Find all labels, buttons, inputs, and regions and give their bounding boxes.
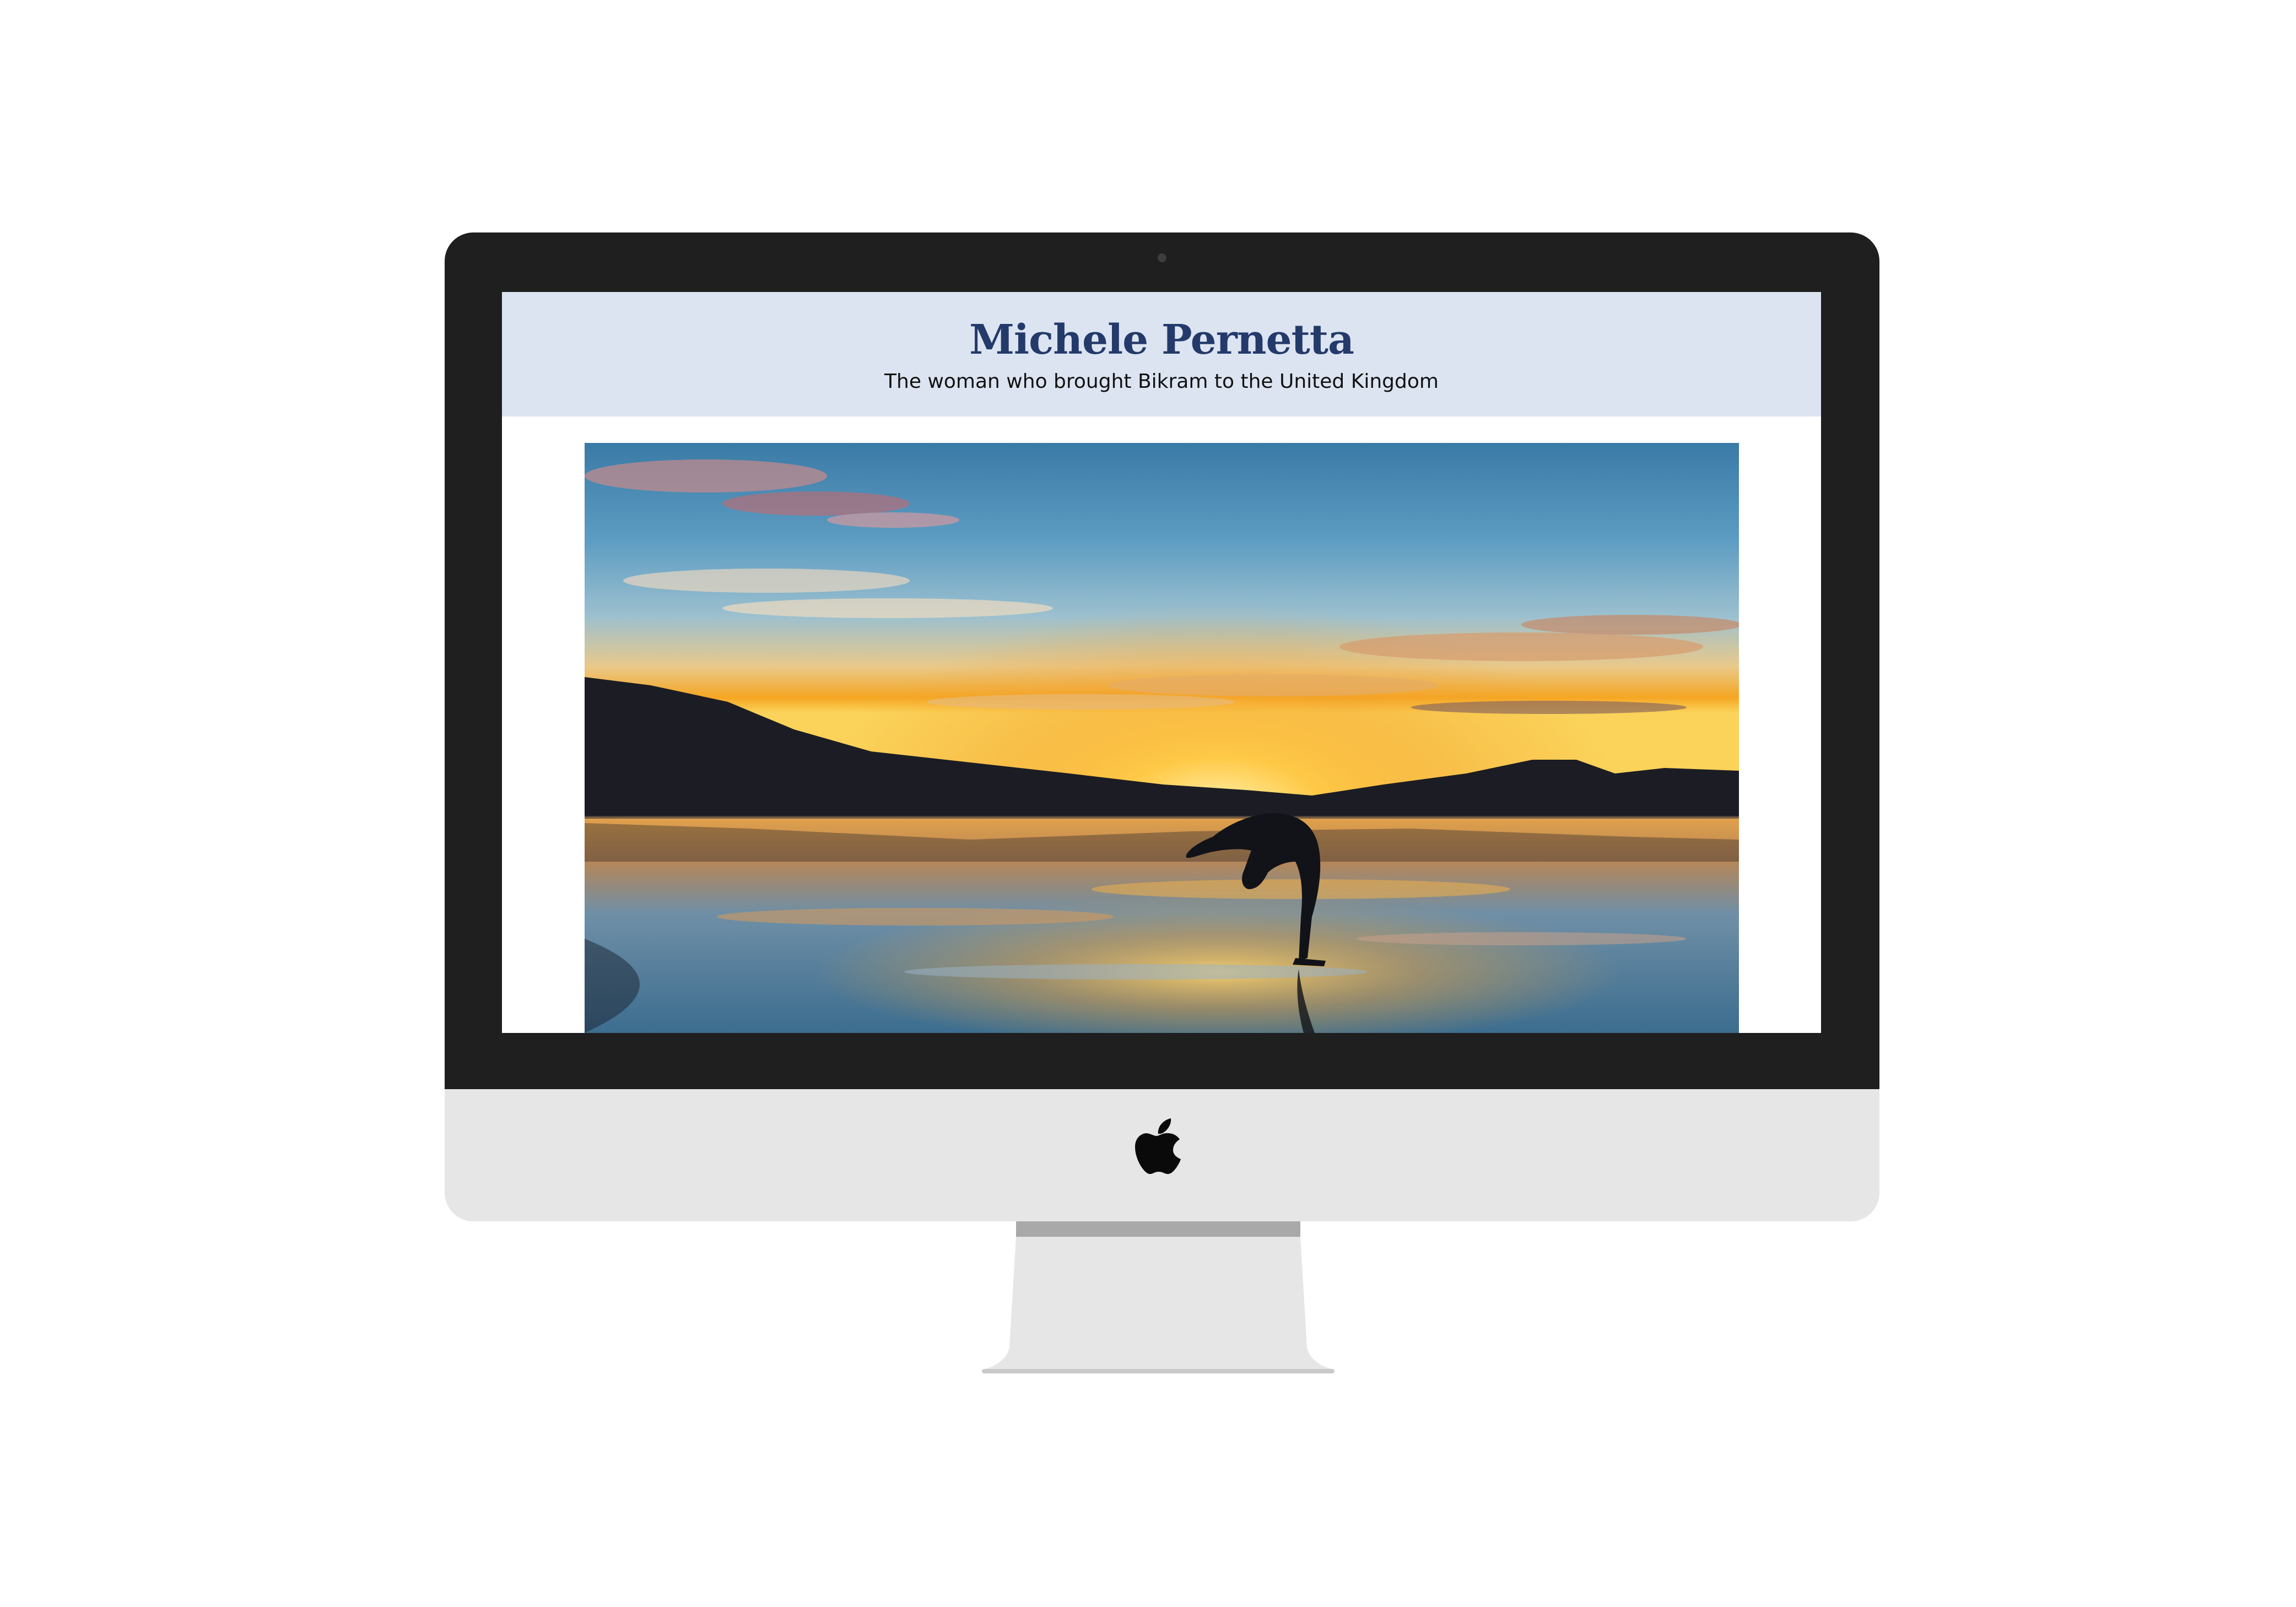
camera-icon [1158, 253, 1166, 262]
sunset-yoga-silhouette-image [585, 443, 1739, 1033]
monitor-bezel: Michele Pernetta The woman who brought B… [445, 232, 1879, 1089]
mockup-stage: Michele Pernetta The woman who brought B… [0, 0, 2296, 1607]
site-subtitle: The woman who brought Bikram to the Unit… [884, 370, 1439, 393]
screen: Michele Pernetta The woman who brought B… [502, 292, 1821, 1033]
apple-logo-icon [1135, 1118, 1181, 1174]
monitor-stand [982, 1221, 1335, 1373]
site-title[interactable]: Michele Pernetta [502, 315, 1821, 365]
hero-image [585, 443, 1739, 1033]
monitor-chin [445, 1089, 1879, 1221]
site-header: Michele Pernetta The woman who brought B… [502, 292, 1821, 416]
